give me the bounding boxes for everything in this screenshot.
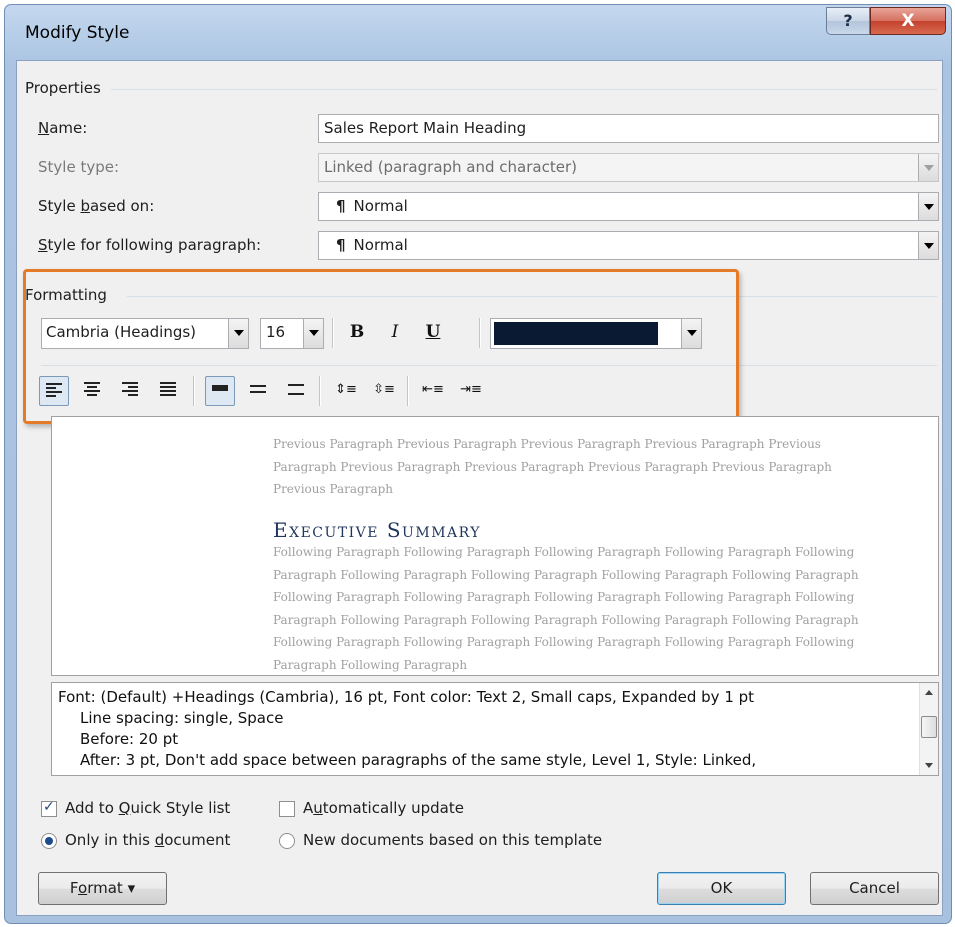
font-color-select[interactable] [490,318,702,349]
paragraph-icon: ¶ [336,197,346,215]
description-line: Before: 20 pt [80,730,179,748]
font-select[interactable]: Cambria (Headings) [41,318,249,349]
chevron-down-icon[interactable] [918,193,938,220]
dialog-body: Properties Name: Sales Report Main Headi… [16,60,943,916]
single-spacing-icon [212,385,228,391]
toolbar-separator [479,318,481,348]
style-preview: Previous Paragraph Previous Paragraph Pr… [51,416,939,676]
chevron-down-icon: ▾ [127,879,136,897]
toolbar-separator [193,376,195,406]
automatically-update-checkbox[interactable] [279,801,295,817]
paragraph-icon: ¶ [336,236,346,254]
new-documents-label[interactable]: New documents based on this template [303,831,602,849]
bold-button[interactable]: B [342,318,372,348]
align-left-icon [46,383,62,397]
new-documents-radio[interactable] [279,833,295,849]
following-paragraph-select[interactable]: ¶ Normal [318,231,939,260]
justify-icon [160,382,176,396]
help-icon: ? [843,11,853,30]
one-half-spacing-button[interactable] [243,376,273,406]
format-button[interactable]: Format ▾ [38,872,167,905]
increase-indent-icon: ⇥≡ [460,382,482,397]
close-button[interactable]: X [870,7,946,35]
space-after-button[interactable]: ⇳≡ [369,376,399,406]
style-description: Font: (Default) +Headings (Cambria), 16 … [51,682,939,776]
double-spacing-button[interactable] [281,376,311,406]
formatting-row-divider [41,365,937,366]
formatting-section-label: Formatting [25,286,107,304]
following-paragraph-value: Normal [353,236,408,254]
properties-divider [111,89,937,90]
single-spacing-button[interactable] [205,376,235,406]
description-line: Font: (Default) +Headings (Cambria), 16 … [58,688,755,706]
align-left-button[interactable] [39,376,69,406]
automatically-update-label[interactable]: Automatically update [303,799,464,817]
style-type-label: Style type: [38,158,120,176]
decrease-indent-icon: ⇤≡ [422,382,444,397]
style-based-on-value: Normal [353,197,408,215]
description-scrollbar[interactable] [919,683,938,775]
font-size-select[interactable]: 16 [260,318,324,349]
only-this-document-radio[interactable] [41,833,57,849]
description-line: Line spacing: single, Space [80,709,284,727]
space-before-icon: ⇕≡ [335,382,357,397]
style-type-select: Linked (paragraph and character) [318,153,939,182]
scroll-down-icon[interactable] [920,757,938,775]
align-center-icon [84,382,100,396]
help-button[interactable]: ? [826,7,870,35]
justify-button[interactable] [153,376,183,406]
font-color-swatch [494,322,658,345]
toolbar-separator [319,376,321,406]
toolbar-separator [332,318,334,348]
align-right-icon [122,382,138,396]
preview-heading: Executive Summary [273,518,481,542]
chevron-down-icon[interactable] [681,319,701,348]
style-description-text: Font: (Default) +Headings (Cambria), 16 … [58,687,898,771]
underline-button[interactable]: U [418,318,448,348]
space-after-icon: ⇳≡ [373,382,395,397]
style-type-value: Linked (paragraph and character) [324,158,577,176]
name-label: Name: [38,119,88,137]
one-half-spacing-icon [250,385,266,393]
italic-button[interactable]: I [380,318,410,348]
ok-button[interactable]: OK [657,872,786,905]
increase-indent-button[interactable]: ⇥≡ [456,376,486,406]
following-paragraph-text: Following Paragraph Following Paragraph … [273,545,859,672]
name-input[interactable]: Sales Report Main Heading [318,114,939,143]
modify-style-dialog: Modify Style ? X Properties Name: Sales … [4,4,952,924]
space-before-button[interactable]: ⇕≡ [331,376,361,406]
description-line: After: 3 pt, Don't add space between par… [80,751,757,769]
chevron-down-icon[interactable] [228,319,248,348]
style-based-on-select[interactable]: ¶ Normal [318,192,939,221]
previous-paragraph-text: Previous Paragraph Previous Paragraph Pr… [273,437,832,496]
only-this-document-label[interactable]: Only in this document [65,831,230,849]
font-size-value: 16 [266,323,286,341]
font-value: Cambria (Headings) [46,323,197,341]
decrease-indent-button[interactable]: ⇤≡ [418,376,448,406]
properties-section-label: Properties [25,79,101,97]
close-icon: X [901,11,915,31]
scroll-thumb[interactable] [921,716,937,738]
chevron-down-icon[interactable] [303,319,323,348]
add-to-quick-style-checkbox[interactable] [41,799,57,817]
align-right-button[interactable] [115,376,145,406]
scroll-up-icon[interactable] [920,683,938,701]
style-based-on-label: Style based on: [38,197,155,215]
formatting-divider [127,296,937,297]
cancel-button[interactable]: Cancel [810,872,939,905]
following-paragraph-label: Style for following paragraph: [38,236,262,254]
title-bar: Modify Style ? X [5,5,951,61]
add-to-quick-style-label[interactable]: Add to Quick Style list [65,799,230,817]
chevron-down-icon[interactable] [918,232,938,259]
toolbar-separator [407,376,409,406]
align-center-button[interactable] [77,376,107,406]
chevron-down-icon [918,154,938,181]
double-spacing-icon [288,384,304,395]
dialog-title: Modify Style [25,23,130,43]
